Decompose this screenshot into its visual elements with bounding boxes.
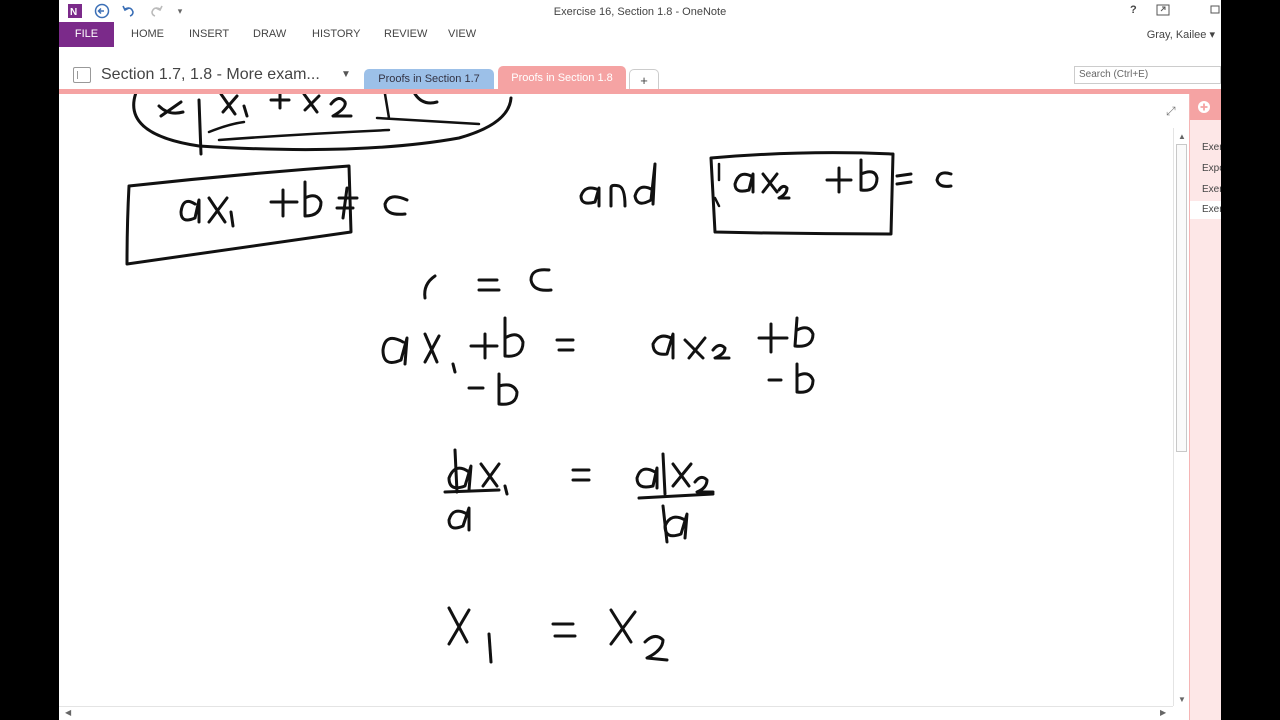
pages-pane: Exer Expo Exer Exer [1189, 94, 1221, 720]
user-account[interactable]: Gray, Kailee ▾ [1147, 28, 1215, 41]
tab-insert[interactable]: INSERT [179, 22, 239, 47]
section-tab-proofs-1-8[interactable]: Proofs in Section 1.8 [498, 66, 626, 90]
tab-history[interactable]: HISTORY [302, 22, 371, 47]
scroll-up-icon[interactable]: ▲ [1174, 132, 1190, 141]
page-item-1[interactable]: Exer [1202, 142, 1221, 153]
tab-draw[interactable]: DRAW [243, 22, 296, 47]
window-title: Exercise 16, Section 1.8 - OneNote [553, 6, 727, 18]
user-name: Gray, Kailee [1146, 29, 1207, 41]
tab-review[interactable]: REVIEW [374, 22, 437, 47]
section-bar: Section 1.7, 1.8 - More exam... ▼ Proofs… [59, 60, 1221, 90]
chevron-down-icon[interactable]: ▼ [341, 69, 351, 80]
section-tab-proofs-1-7[interactable]: Proofs in Section 1.7 [364, 69, 494, 90]
horizontal-scrollbar[interactable]: ◀ ▶ [59, 706, 1173, 720]
page-item-2[interactable]: Expo [1202, 163, 1221, 174]
section-title[interactable]: Section 1.7, 1.8 - More exam... [101, 66, 320, 84]
tab-view[interactable]: VIEW [438, 22, 486, 47]
handwritten-ink [125, 94, 953, 664]
add-page-icon[interactable] [1190, 94, 1221, 120]
scrollbar-thumb[interactable] [1176, 144, 1187, 452]
search-input[interactable]: Search (Ctrl+E) [1074, 66, 1221, 84]
onenote-window: N ▾ Exercise 16, Section 1.8 - OneNote ?… [59, 0, 1221, 720]
tab-file[interactable]: FILE [59, 22, 114, 47]
expand-page-icon[interactable]: ⤢ [1166, 104, 1176, 119]
page-item-4-selected[interactable]: Exer [1190, 201, 1221, 219]
scroll-down-icon[interactable]: ▼ [1174, 695, 1190, 704]
page-item-3[interactable]: Exer [1202, 184, 1221, 195]
tab-home[interactable]: HOME [121, 22, 174, 47]
scroll-left-icon[interactable]: ◀ [65, 708, 71, 717]
restore-icon[interactable] [1156, 4, 1170, 19]
maximize-icon[interactable] [1210, 4, 1220, 17]
page-canvas[interactable] [59, 94, 1173, 706]
title-bar: N ▾ Exercise 16, Section 1.8 - OneNote ? [59, 0, 1221, 22]
help-icon[interactable]: ? [1130, 4, 1137, 16]
scroll-right-icon[interactable]: ▶ [1160, 708, 1166, 717]
ribbon-tabs: FILE HOME INSERT DRAW HISTORY REVIEW VIE… [59, 22, 1221, 48]
notebook-icon[interactable] [73, 67, 91, 83]
add-section-button[interactable]: + [629, 69, 659, 90]
vertical-scrollbar[interactable]: ▲ ▼ [1173, 128, 1189, 706]
